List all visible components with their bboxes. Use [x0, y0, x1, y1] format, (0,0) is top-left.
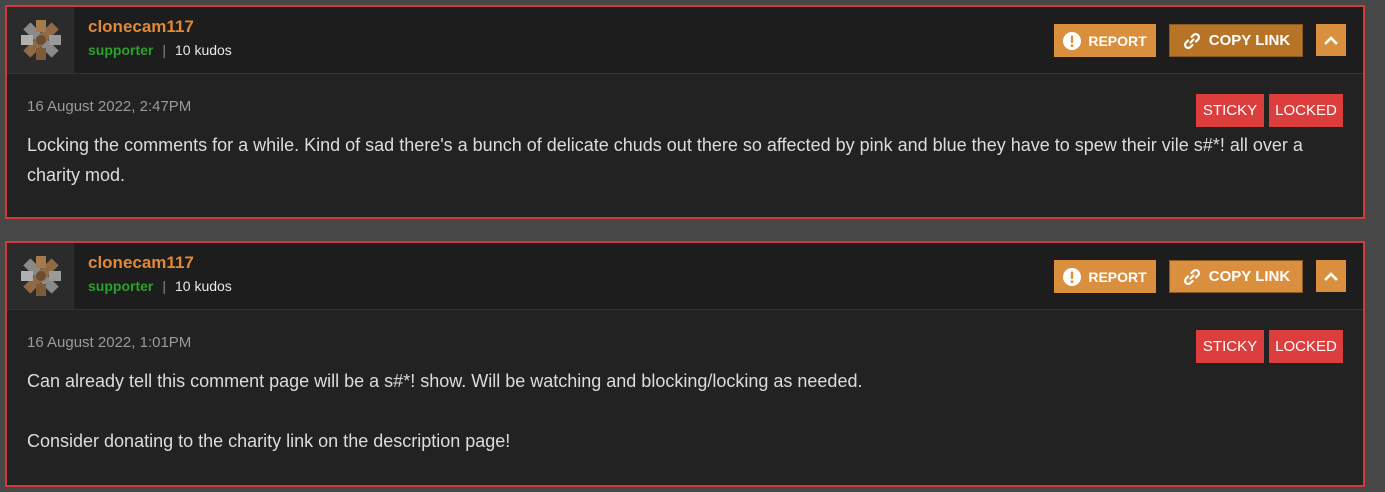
- comment-header: clonecam117 supporter | 10 kudos REPORT: [7, 243, 1363, 310]
- chevron-up-icon: [1324, 268, 1338, 284]
- kudos-count: 10 kudos: [174, 42, 232, 58]
- comment-card: clonecam117 supporter | 10 kudos REPORT: [5, 5, 1365, 219]
- comment-card: clonecam117 supporter | 10 kudos REPORT: [5, 241, 1365, 487]
- author-meta: supporter | 10 kudos: [88, 42, 232, 58]
- author-name-link[interactable]: clonecam117: [88, 253, 194, 273]
- comment-text: Locking the comments for a while. Kind o…: [27, 130, 1327, 190]
- sticky-badge: STICKY: [1196, 330, 1264, 363]
- locked-badge: LOCKED: [1269, 94, 1343, 127]
- author-name-link[interactable]: clonecam117: [88, 17, 194, 37]
- comment-timestamp: 16 August 2022, 1:01PM: [27, 334, 192, 351]
- report-button[interactable]: REPORT: [1054, 24, 1156, 57]
- avatar[interactable]: [7, 243, 74, 309]
- exclamation-circle-icon: [1063, 267, 1082, 286]
- comment-paragraph: Locking the comments for a while. Kind o…: [27, 135, 1303, 185]
- avatar-image: [20, 256, 61, 296]
- comment-paragraph: Can already tell this comment page will …: [27, 371, 863, 391]
- link-icon: [1182, 31, 1202, 51]
- comment-paragraph: Consider donating to the charity link on…: [27, 431, 511, 451]
- report-button[interactable]: REPORT: [1054, 260, 1156, 293]
- exclamation-circle-icon: [1063, 31, 1082, 50]
- copy-link-button[interactable]: COPY LINK: [1169, 24, 1303, 57]
- report-label: REPORT: [1088, 32, 1147, 49]
- avatar-image: [20, 20, 61, 60]
- avatar[interactable]: [7, 7, 74, 73]
- collapse-button[interactable]: [1316, 260, 1346, 292]
- copy-link-button[interactable]: COPY LINK: [1169, 260, 1303, 293]
- comments-list: clonecam117 supporter | 10 kudos REPORT: [0, 0, 1385, 492]
- comment-text: Can already tell this comment page will …: [27, 366, 1327, 456]
- copy-link-label: COPY LINK: [1208, 32, 1291, 49]
- kudos-count: 10 kudos: [174, 278, 232, 294]
- locked-badge: LOCKED: [1269, 330, 1343, 363]
- chevron-up-icon: [1324, 32, 1338, 48]
- author-role: supporter: [88, 278, 154, 294]
- link-icon: [1182, 267, 1202, 287]
- copy-link-label: COPY LINK: [1208, 268, 1291, 285]
- sticky-badge: STICKY: [1196, 94, 1264, 127]
- comment-header: clonecam117 supporter | 10 kudos REPORT: [7, 7, 1363, 74]
- comment-timestamp: 16 August 2022, 2:47PM: [27, 98, 192, 115]
- meta-separator: |: [162, 42, 166, 58]
- author-meta: supporter | 10 kudos: [88, 278, 232, 294]
- author-role: supporter: [88, 42, 154, 58]
- meta-separator: |: [162, 278, 166, 294]
- report-label: REPORT: [1088, 268, 1147, 285]
- collapse-button[interactable]: [1316, 24, 1346, 56]
